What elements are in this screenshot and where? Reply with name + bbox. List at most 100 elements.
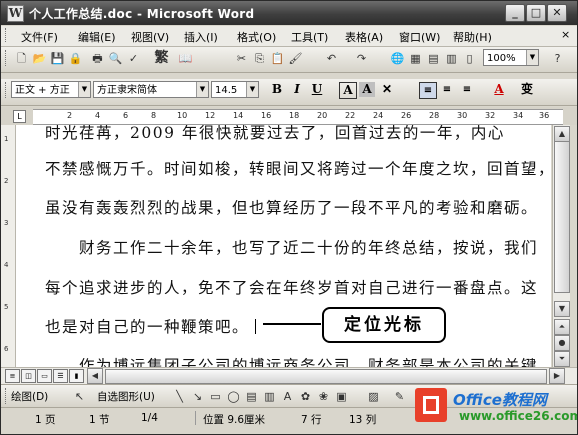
select-objects-icon[interactable]: ↖ xyxy=(71,388,88,405)
paste-icon[interactable]: 📋 xyxy=(269,50,286,67)
character-border-button[interactable]: A xyxy=(339,82,357,99)
document-close-button[interactable]: × xyxy=(561,28,570,41)
draw-menu-button[interactable]: 绘图(D) xyxy=(11,389,48,404)
line-color-icon[interactable]: ✎ xyxy=(391,388,408,405)
ruler-number: 8 xyxy=(151,111,157,120)
font-color-button[interactable]: A xyxy=(491,82,507,97)
outline-view-icon[interactable]: ☰ xyxy=(53,369,68,383)
menu-file[interactable]: 文件(F) xyxy=(21,29,58,45)
scroll-down-icon[interactable]: ▼ xyxy=(554,301,570,317)
menu-window[interactable]: 窗口(W) xyxy=(399,29,440,45)
scroll-up-icon[interactable]: ▲ xyxy=(554,126,570,142)
font-size-select[interactable]: 14.5 ▼ xyxy=(211,81,259,98)
print-preview-icon[interactable]: 🔍 xyxy=(107,50,124,67)
align-right-button[interactable]: ≡ xyxy=(459,82,475,97)
character-shading-button[interactable]: A xyxy=(359,82,375,97)
underline-button[interactable]: U xyxy=(309,82,325,97)
minimize-button[interactable]: _ xyxy=(505,4,525,22)
font-size-value: 14.5 xyxy=(215,85,238,96)
status-position: 位置 9.6厘米 xyxy=(203,414,266,426)
insert-excel-icon[interactable]: ▥ xyxy=(443,50,460,67)
chevron-down-icon[interactable]: ▼ xyxy=(246,82,258,97)
rectangle-tool-icon[interactable]: ▭ xyxy=(207,388,224,405)
tables-borders-icon[interactable]: ▦ xyxy=(407,50,424,67)
arrow-tool-icon[interactable]: ↘ xyxy=(189,388,206,405)
open-folder-icon[interactable]: 📂 xyxy=(31,50,48,67)
reading-view-icon[interactable]: ▮ xyxy=(69,369,84,383)
next-page-icon[interactable]: ⏷ xyxy=(554,351,570,367)
previous-page-icon[interactable]: ⏶ xyxy=(554,319,570,335)
columns-icon[interactable]: ▯ xyxy=(461,50,478,67)
zoom-select[interactable]: 100% ▼ xyxy=(483,49,539,66)
font-select[interactable]: 方正隶宋简体 ▼ xyxy=(93,81,209,98)
textbox-tool-icon[interactable]: ▤ xyxy=(243,388,260,405)
horizontal-scroll-row: ≡ ◫ ▭ ☰ ▮ ◀ ▶ xyxy=(1,367,577,384)
italic-button[interactable]: I xyxy=(289,82,305,97)
document-page[interactable]: 时光荏苒，2009 年很快就要过去了，回首过去的一年，内心 不禁感慨万千。时间如… xyxy=(16,125,551,367)
line-tool-icon[interactable]: ╲ xyxy=(171,388,188,405)
autoshapes-menu-button[interactable]: 自选图形(U) xyxy=(97,389,155,404)
traditional-convert-icon[interactable]: 繁 xyxy=(153,50,170,67)
phonetic-guide-button[interactable]: 变 xyxy=(519,82,535,97)
diagram-icon[interactable]: ✿ xyxy=(297,388,314,405)
spelling-icon[interactable]: ✓ xyxy=(125,50,142,67)
document-line: 也是对自己的一种鞭策吧。 xyxy=(45,318,250,336)
maximize-button[interactable]: □ xyxy=(526,4,546,22)
scroll-left-icon[interactable]: ◀ xyxy=(87,368,103,384)
insert-picture-icon[interactable]: ▣ xyxy=(333,388,350,405)
vertical-scrollbar[interactable]: ▲ ▼ ⏶ ● ⏷ xyxy=(552,125,570,367)
align-justify-button[interactable]: ≡ xyxy=(419,82,437,99)
menu-bar: 文件(F) 编辑(E) 视图(V) 插入(I) 格式(O) 工具(T) 表格(A… xyxy=(1,26,577,47)
insert-table-icon[interactable]: ▤ xyxy=(425,50,442,67)
menu-tools[interactable]: 工具(T) xyxy=(291,29,328,45)
hyperlink-icon[interactable]: 🌐 xyxy=(389,50,406,67)
web-view-icon[interactable]: ◫ xyxy=(21,369,36,383)
new-document-icon[interactable]: 🗋 xyxy=(13,50,30,67)
clipart-icon[interactable]: ❀ xyxy=(315,388,332,405)
chevron-down-icon[interactable]: ▼ xyxy=(196,82,208,97)
format-painter-icon[interactable]: 🖌 xyxy=(287,50,304,67)
print-view-icon[interactable]: ▭ xyxy=(37,369,52,383)
help-icon[interactable]: ? xyxy=(549,50,566,67)
tab-selector-icon[interactable]: L xyxy=(13,110,26,123)
chevron-down-icon[interactable]: ▼ xyxy=(526,50,538,65)
wordart-icon[interactable]: A xyxy=(279,388,296,405)
menu-view[interactable]: 视图(V) xyxy=(131,29,169,45)
status-column: 13 列 xyxy=(349,414,377,426)
ruler-number: 22 xyxy=(345,111,356,120)
bold-button[interactable]: B xyxy=(269,82,285,97)
style-select[interactable]: 正文 + 方正 ▼ xyxy=(11,81,91,98)
menu-edit[interactable]: 编辑(E) xyxy=(78,29,116,45)
char-scale-button[interactable]: ✕ xyxy=(379,82,395,97)
copy-icon[interactable]: ⎘ xyxy=(251,50,268,67)
vertical-textbox-icon[interactable]: ▥ xyxy=(261,388,278,405)
select-browse-object-icon[interactable]: ● xyxy=(554,335,570,351)
toolbar-grip[interactable] xyxy=(5,50,9,66)
chevron-down-icon[interactable]: ▼ xyxy=(78,82,90,97)
toolbar-grip[interactable] xyxy=(5,82,9,98)
horizontal-ruler[interactable]: 2 4 6 8 10 12 14 16 18 20 22 24 26 28 30… xyxy=(33,109,563,125)
permission-icon[interactable]: 🔒 xyxy=(67,50,84,67)
toolbar-grip[interactable] xyxy=(5,388,9,404)
menu-insert[interactable]: 插入(I) xyxy=(184,29,218,45)
menu-grip[interactable] xyxy=(5,28,9,42)
fill-color-icon[interactable]: ▨ xyxy=(365,388,382,405)
oval-tool-icon[interactable]: ◯ xyxy=(225,388,242,405)
menu-help[interactable]: 帮助(H) xyxy=(453,29,492,45)
vertical-ruler[interactable]: 1 2 3 4 5 6 xyxy=(1,125,16,367)
horizontal-scroll-thumb[interactable] xyxy=(105,369,547,384)
print-icon[interactable]: 🖶 xyxy=(89,50,106,67)
menu-format[interactable]: 格式(O) xyxy=(237,29,276,45)
save-icon[interactable]: 💾 xyxy=(49,50,66,67)
redo-icon[interactable]: ↷ xyxy=(353,50,370,67)
undo-icon[interactable]: ↶ xyxy=(323,50,340,67)
scroll-thumb[interactable] xyxy=(554,141,570,293)
menu-table[interactable]: 表格(A) xyxy=(345,29,383,45)
align-center-button[interactable]: ≡ xyxy=(439,82,455,97)
cut-icon[interactable]: ✂ xyxy=(233,50,250,67)
close-button[interactable]: ✕ xyxy=(547,4,567,22)
research-icon[interactable]: 📖 xyxy=(177,50,194,67)
word-app-icon[interactable]: W xyxy=(7,5,24,22)
scroll-right-icon[interactable]: ▶ xyxy=(549,368,565,384)
normal-view-icon[interactable]: ≡ xyxy=(5,369,20,383)
